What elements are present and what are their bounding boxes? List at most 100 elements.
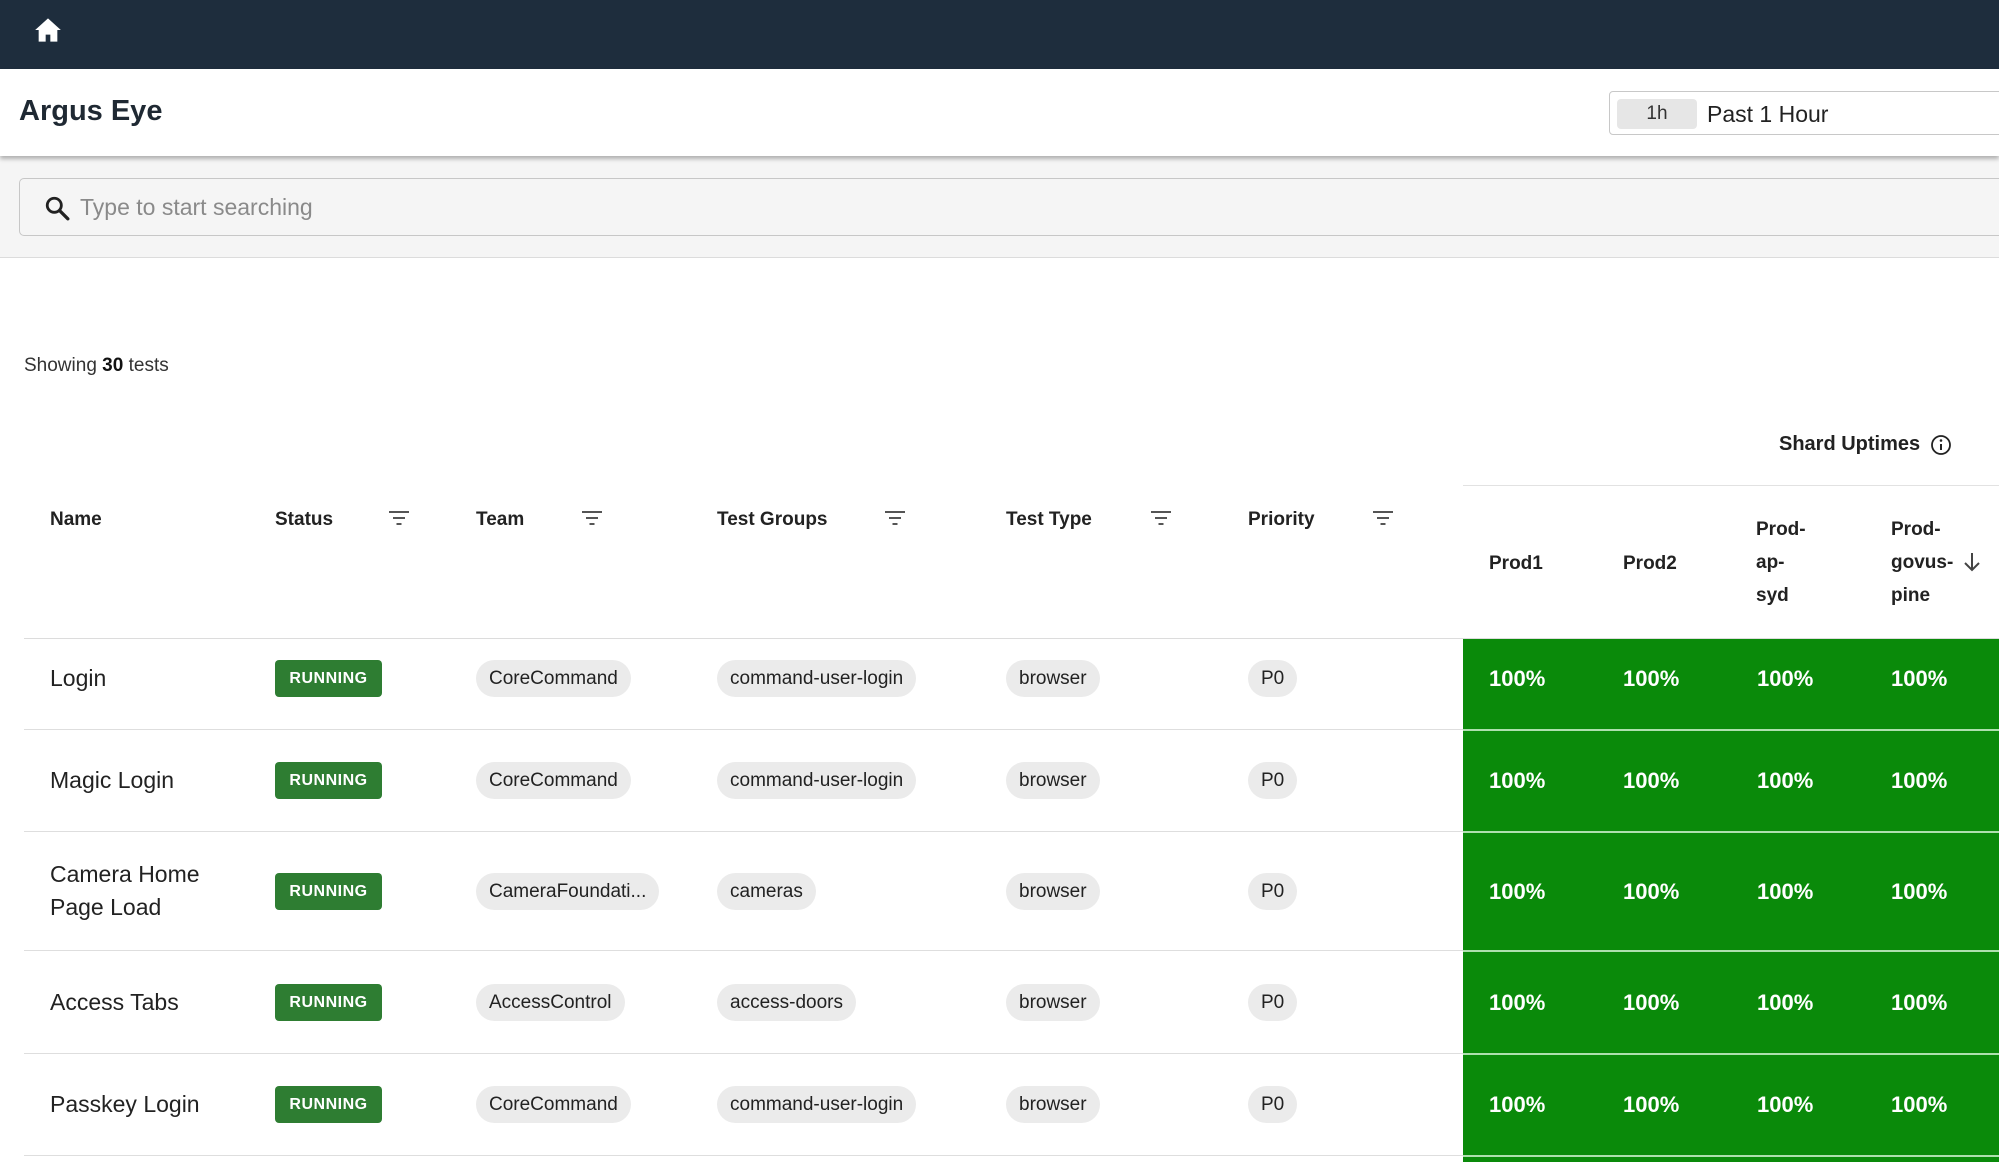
column-header-name[interactable]: Name [50, 509, 102, 531]
shard-header-prod-govus-pine[interactable]: Prod- govus- pine [1891, 513, 1953, 612]
test-type-chip[interactable]: browser [1006, 984, 1100, 1021]
sort-descending-icon[interactable] [1962, 551, 1982, 573]
uptime-cell[interactable]: 100% [1891, 768, 1947, 794]
test-type-chip[interactable]: browser [1006, 762, 1100, 799]
search-area [0, 156, 1999, 258]
shard-header-divider [1463, 485, 1999, 486]
test-name-line: Login [50, 665, 107, 691]
column-header-status[interactable]: Status [275, 509, 333, 531]
search-icon [45, 196, 70, 221]
test-name[interactable]: Passkey Login [50, 1088, 200, 1121]
test-name-line: Page Load [50, 894, 162, 920]
shard-header-line: ap- [1756, 552, 1785, 573]
priority-chip[interactable]: P0 [1248, 984, 1298, 1021]
status-badge: RUNNING [275, 660, 382, 697]
page-header: Argus Eye 1h Past 1 Hour [0, 69, 1999, 156]
uptime-cell[interactable]: 100% [1489, 1092, 1545, 1118]
uptime-cell[interactable]: 100% [1623, 666, 1679, 692]
status-badge: RUNNING [275, 984, 382, 1021]
results-summary-suffix: tests [128, 355, 169, 376]
time-range-chip: 1h [1617, 99, 1697, 129]
priority-filter-icon[interactable] [1372, 509, 1394, 527]
uptime-cell[interactable]: 100% [1623, 768, 1679, 794]
column-header-test-groups[interactable]: Test Groups [717, 509, 828, 531]
column-header-test-type[interactable]: Test Type [1006, 509, 1092, 531]
shard-header-line: Prod2 [1623, 553, 1677, 574]
test-name[interactable]: Login [50, 662, 106, 695]
uptime-cell[interactable]: 100% [1623, 990, 1679, 1016]
test-name-line: Access Tabs [50, 989, 179, 1015]
test-group-chip[interactable]: access-doors [717, 984, 856, 1021]
shard-uptimes-title: Shard Uptimes [1779, 433, 1952, 456]
uptime-cell[interactable]: 100% [1891, 1092, 1947, 1118]
test-name[interactable]: Access Tabs [50, 986, 179, 1019]
test-type-chip[interactable]: browser [1006, 1086, 1100, 1123]
shard-header-prod1[interactable]: Prod1 [1489, 547, 1543, 580]
team-chip[interactable]: AccessControl [476, 984, 625, 1021]
test-name-line: Magic Login [50, 767, 175, 793]
test-group-chip[interactable]: command-user-login [717, 660, 917, 697]
uptime-cell[interactable]: 100% [1891, 990, 1947, 1016]
top-nav-bar [0, 0, 1999, 69]
info-icon[interactable] [1930, 434, 1952, 456]
uptime-cell[interactable]: 100% [1489, 879, 1545, 905]
status-badge: RUNNING [275, 1086, 382, 1123]
uptime-row-divider [1463, 950, 1999, 952]
time-range-picker[interactable]: 1h Past 1 Hour [1609, 91, 1999, 135]
uptime-cell[interactable]: 100% [1757, 768, 1813, 794]
status-badge: RUNNING [275, 873, 382, 910]
team-chip[interactable]: CoreCommand [476, 660, 631, 697]
team-filter-icon[interactable] [581, 509, 603, 527]
test-group-chip[interactable]: command-user-login [717, 1086, 917, 1123]
test-type-chip[interactable]: browser [1006, 660, 1100, 697]
results-summary: Showing 30 tests [24, 355, 169, 377]
uptime-cell[interactable]: 100% [1489, 990, 1545, 1016]
test-name-line: Camera Home [50, 861, 200, 887]
shard-uptimes-label: Shard Uptimes [1779, 433, 1921, 455]
uptime-cell[interactable]: 100% [1623, 1092, 1679, 1118]
status-badge: RUNNING [275, 762, 382, 799]
uptime-row-divider [1463, 831, 1999, 833]
test-type-filter-icon[interactable] [1150, 509, 1172, 527]
priority-chip[interactable]: P0 [1248, 762, 1298, 799]
test-name[interactable]: Magic Login [50, 764, 174, 797]
uptime-row-divider [1463, 1053, 1999, 1055]
team-chip[interactable]: CameraFoundati... [476, 873, 660, 910]
column-header-priority[interactable]: Priority [1248, 509, 1315, 531]
shard-header-line: Prod- [1891, 519, 1941, 540]
test-type-chip[interactable]: browser [1006, 873, 1100, 910]
shard-header-prod-ap-syd[interactable]: Prod- ap- syd [1756, 513, 1806, 612]
home-icon[interactable] [34, 17, 62, 43]
priority-chip[interactable]: P0 [1248, 1086, 1298, 1123]
uptime-cell[interactable]: 100% [1623, 879, 1679, 905]
team-chip[interactable]: CoreCommand [476, 762, 631, 799]
uptime-cell[interactable]: 100% [1891, 879, 1947, 905]
uptime-cell[interactable]: 100% [1757, 879, 1813, 905]
uptime-cell[interactable]: 100% [1757, 666, 1813, 692]
team-chip[interactable]: CoreCommand [476, 1086, 631, 1123]
search-box[interactable] [19, 178, 1999, 236]
priority-chip[interactable]: P0 [1248, 873, 1298, 910]
uptime-cell[interactable]: 100% [1489, 666, 1545, 692]
shard-header-line: govus- [1891, 552, 1954, 573]
test-group-chip[interactable]: command-user-login [717, 762, 917, 799]
search-input[interactable] [80, 189, 1280, 225]
test-group-chip[interactable]: cameras [717, 873, 816, 910]
shard-header-prod2[interactable]: Prod2 [1623, 547, 1677, 580]
results-summary-prefix: Showing [24, 355, 97, 376]
shard-header-line: syd [1756, 585, 1789, 606]
shard-header-line: Prod1 [1489, 553, 1543, 574]
priority-chip[interactable]: P0 [1248, 660, 1298, 697]
shard-header-line: pine [1891, 585, 1931, 606]
status-filter-icon[interactable] [388, 509, 410, 527]
uptime-cell[interactable]: 100% [1757, 990, 1813, 1016]
column-header-team[interactable]: Team [476, 509, 524, 531]
uptime-cell[interactable]: 100% [1757, 1092, 1813, 1118]
test-name[interactable]: Camera Home Page Load [50, 858, 200, 924]
uptime-row-divider [1463, 729, 1999, 731]
test-groups-filter-icon[interactable] [884, 509, 906, 527]
test-name-line: Passkey Login [50, 1091, 200, 1117]
time-range-label: Past 1 Hour [1707, 101, 1829, 127]
uptime-cell[interactable]: 100% [1489, 768, 1545, 794]
uptime-cell[interactable]: 100% [1891, 666, 1947, 692]
